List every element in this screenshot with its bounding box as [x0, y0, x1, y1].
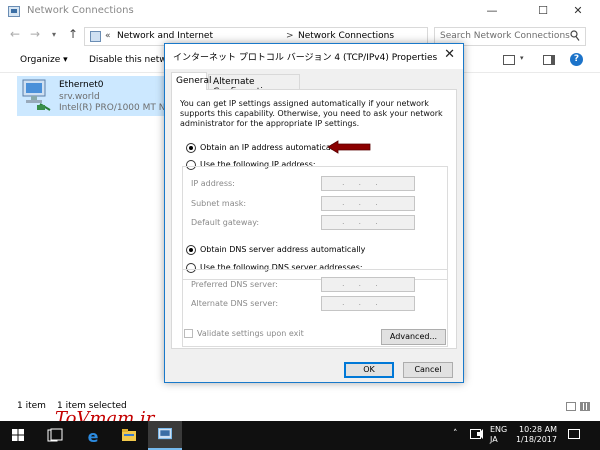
intro-text: You can get IP settings assigned automat…	[180, 99, 443, 128]
dialog-title: インターネット プロトコル バージョン 4 (TCP/IPv4) Propert…	[173, 53, 438, 63]
breadcrumb-separator[interactable]: >	[286, 31, 294, 41]
up-button[interactable]: ↑	[68, 27, 78, 41]
ok-button[interactable]: OK	[344, 362, 394, 378]
breadcrumb-network-connections[interactable]: Network Connections	[298, 31, 394, 41]
general-tab-panel: You can get IP settings assigned automat…	[171, 89, 457, 349]
view-dropdown-icon[interactable]: ▾	[520, 54, 524, 62]
language-top: ENG	[490, 425, 508, 434]
preferred-dns-label: Preferred DNS server:	[191, 280, 278, 289]
item-count: 1 item	[17, 401, 46, 411]
search-placeholder: Search Network Connections	[440, 31, 570, 41]
tab-general[interactable]: General	[171, 72, 211, 90]
alternate-dns-label: Alternate DNS server:	[191, 299, 279, 308]
network-adapter-item[interactable]: Ethernet0 srv.world Intel(R) PRO/1000 MT…	[17, 76, 250, 116]
file-explorer-icon[interactable]	[112, 421, 146, 450]
adapter-network: srv.world	[59, 92, 100, 102]
minimize-button[interactable]: —	[470, 0, 514, 24]
dialog-title-bar: インターネット プロトコル バージョン 4 (TCP/IPv4) Propert…	[165, 44, 463, 69]
dialog-close-button[interactable]: ✕	[444, 47, 455, 62]
large-icons-view-icon[interactable]	[580, 402, 590, 411]
subnet-mask-field: ...	[321, 196, 415, 211]
change-view-icon[interactable]	[503, 55, 515, 65]
clock-date: 1/18/2017	[515, 435, 557, 444]
breadcrumb-overflow[interactable]: «	[105, 31, 111, 41]
breadcrumb-network-and-internet[interactable]: Network and Internet	[117, 31, 213, 41]
window-title: Network Connections	[27, 5, 134, 16]
ip-auto-radio[interactable]	[186, 143, 196, 153]
tcpipv4-properties-dialog: インターネット プロトコル バージョン 4 (TCP/IPv4) Propert…	[164, 43, 464, 383]
validate-checkbox	[184, 329, 193, 338]
preview-pane-icon[interactable]	[543, 55, 555, 65]
taskbar: e ˄ ENG JA 10:28 AM 1/18/2017	[0, 421, 600, 450]
svg-text:e: e	[88, 427, 99, 446]
control-panel-icon	[90, 31, 101, 42]
annotation-arrow-icon	[327, 140, 371, 154]
subnet-mask-label: Subnet mask:	[191, 199, 247, 208]
alternate-dns-field: ...	[321, 296, 415, 311]
input-language-indicator[interactable]: ENG JA	[490, 425, 507, 445]
network-connections-icon	[8, 6, 20, 17]
default-gateway-field: ...	[321, 215, 415, 230]
network-adapter-icon	[22, 79, 51, 111]
adapter-name: Ethernet0	[59, 80, 104, 90]
dns-auto-label[interactable]: Obtain DNS server address automatically	[200, 245, 365, 254]
action-center-icon[interactable]	[568, 429, 580, 439]
cancel-button[interactable]: Cancel	[403, 362, 453, 378]
clock-time: 10:28 AM	[519, 425, 557, 434]
tab-alternate-configuration[interactable]: Alternate Configuration	[208, 74, 300, 97]
back-button[interactable]: ←	[10, 27, 20, 41]
close-button[interactable]: ✕	[556, 0, 600, 24]
clock[interactable]: 10:28 AM 1/18/2017	[515, 425, 557, 445]
advanced-button[interactable]: Advanced...	[381, 329, 446, 345]
volume-icon[interactable]	[476, 428, 488, 440]
details-view-icon[interactable]	[566, 402, 576, 411]
ip-address-field: ...	[321, 176, 415, 191]
ip-auto-label[interactable]: Obtain an IP address automatically	[200, 143, 340, 152]
edge-icon[interactable]: e	[76, 421, 110, 450]
validate-label: Validate settings upon exit	[197, 329, 304, 338]
network-window-icon[interactable]	[148, 421, 182, 450]
windows-start-icon[interactable]	[0, 421, 36, 450]
dns-auto-radio[interactable]	[186, 245, 196, 255]
language-bottom: JA	[490, 435, 498, 444]
forward-button[interactable]: →	[30, 27, 40, 41]
preferred-dns-field: ...	[321, 277, 415, 292]
show-hidden-icons-icon[interactable]: ˄	[453, 429, 458, 439]
task-view-icon[interactable]	[38, 421, 72, 450]
help-icon[interactable]: ?	[570, 53, 583, 66]
recent-locations-button[interactable]: ▾	[52, 30, 56, 39]
organize-button[interactable]: Organize ▾	[20, 55, 68, 65]
ip-address-label: IP address:	[191, 179, 235, 188]
title-bar: Network Connections — ☐ ✕	[0, 0, 600, 24]
search-icon	[570, 30, 580, 41]
default-gateway-label: Default gateway:	[191, 218, 260, 227]
